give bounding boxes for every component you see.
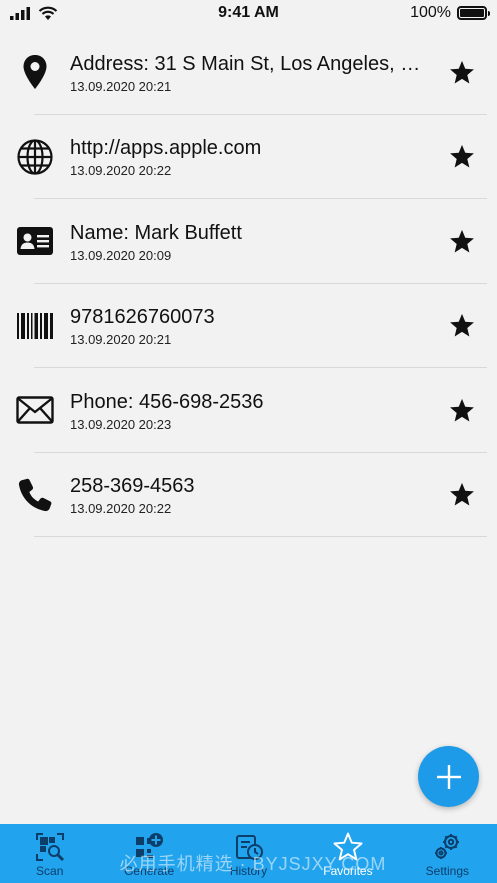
status-right: 100%	[367, 4, 490, 22]
favorite-date: 13.09.2020 20:09	[70, 247, 172, 263]
status-bar: 9:41 AM 100%	[0, 0, 497, 26]
scan-icon	[35, 833, 64, 862]
favorite-date: 13.09.2020 20:22	[70, 163, 172, 179]
favorite-date: 13.09.2020 20:22	[70, 501, 172, 517]
favorites-list: Address: 31 S Main St, Los Angeles, 9...…	[0, 30, 497, 537]
tab-label: Scan	[36, 864, 64, 878]
star-outline-icon	[333, 832, 363, 861]
star-icon[interactable]	[427, 115, 497, 200]
favorite-date: 13.09.2020 20:23	[70, 416, 172, 432]
divider	[34, 536, 487, 537]
wifi-icon	[38, 6, 58, 20]
favorite-title: Address: 31 S Main St, Los Angeles, 9...	[70, 52, 427, 75]
favorite-row[interactable]: Address: 31 S Main St, Los Angeles, 9...…	[0, 30, 497, 115]
generate-icon	[136, 833, 164, 858]
favorite-row-text: 258-369-4563 13.09.2020 20:22	[70, 471, 427, 518]
tab-settings[interactable]: Settings	[398, 824, 497, 883]
favorite-title: Name: Mark Buffett	[70, 221, 242, 244]
status-left	[10, 6, 130, 21]
location-pin-icon	[0, 30, 70, 115]
favorite-row[interactable]: 9781626760073 13.09.2020 20:21	[0, 284, 497, 369]
favorite-row[interactable]: http://apps.apple.com 13.09.2020 20:22	[0, 115, 497, 200]
envelope-icon	[0, 368, 70, 453]
star-icon[interactable]	[427, 199, 497, 284]
favorite-row-text: 9781626760073 13.09.2020 20:21	[70, 302, 427, 349]
favorite-title: http://apps.apple.com	[70, 137, 262, 160]
favorite-row[interactable]: 258-369-4563 13.09.2020 20:22	[0, 453, 497, 538]
favorite-date: 13.09.2020 20:21	[70, 332, 172, 348]
tab-bar: Scan Generate History Favorites Settings	[0, 824, 497, 883]
star-icon[interactable]	[427, 284, 497, 369]
tab-favorites[interactable]: Favorites	[298, 824, 397, 883]
tab-label: History	[229, 864, 268, 878]
tab-label: Settings	[425, 864, 469, 878]
star-icon[interactable]	[427, 453, 497, 538]
tab-label: Generate	[124, 864, 175, 878]
favorite-row[interactable]: Name: Mark Buffett 13.09.2020 20:09	[0, 199, 497, 284]
favorite-title: 9781626760073	[70, 306, 215, 329]
favorite-row-text: Name: Mark Buffett 13.09.2020 20:09	[70, 218, 427, 265]
contact-card-icon	[0, 199, 70, 284]
phone-icon	[0, 453, 70, 538]
barcode-icon	[0, 284, 70, 369]
star-icon[interactable]	[427, 30, 497, 115]
star-icon[interactable]	[427, 368, 497, 453]
signal-icon	[10, 7, 30, 20]
favorite-row-text: http://apps.apple.com 13.09.2020 20:22	[70, 133, 427, 180]
status-time: 9:41 AM	[218, 4, 279, 21]
tab-scan[interactable]: Scan	[0, 824, 99, 883]
battery-icon	[456, 6, 490, 20]
battery-percent: 100%	[410, 4, 451, 21]
favorite-row-text: Address: 31 S Main St, Los Angeles, 9...…	[70, 49, 427, 96]
gears-icon	[435, 834, 460, 859]
tab-history[interactable]: History	[199, 824, 298, 883]
favorite-title: 258-369-4563	[70, 475, 195, 498]
favorite-date: 13.09.2020 20:21	[70, 78, 172, 94]
plus-icon	[436, 764, 461, 789]
globe-icon	[0, 115, 70, 200]
favorite-row-text: Phone: 456-698-2536 13.09.2020 20:23	[70, 387, 427, 434]
favorite-row[interactable]: Phone: 456-698-2536 13.09.2020 20:23	[0, 368, 497, 453]
favorite-title: Phone: 456-698-2536	[70, 390, 264, 413]
tab-label: Favorites	[323, 864, 373, 878]
history-icon	[235, 835, 263, 860]
add-button[interactable]	[418, 746, 479, 807]
tab-generate[interactable]: Generate	[99, 824, 198, 883]
